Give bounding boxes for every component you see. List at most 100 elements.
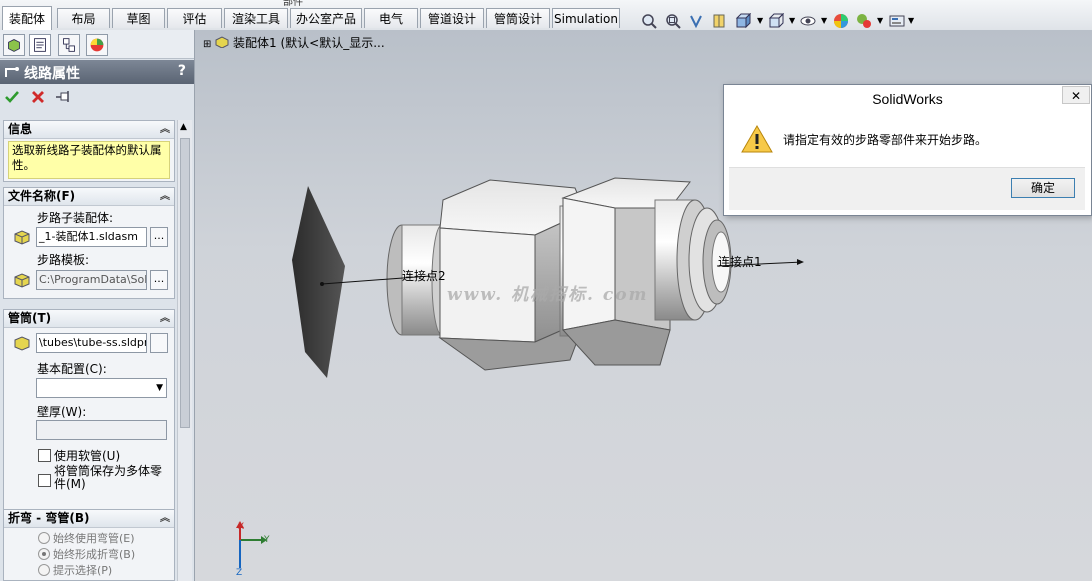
group-header[interactable]: 文件名称(F) ︽ [4, 188, 174, 206]
wall-thickness-field[interactable] [36, 420, 167, 440]
command-manager-tabs: 部件 装配体 布局 草图 评估 渲染工具 办公室产品 电气 管道设计 管筒设计 … [0, 0, 1092, 31]
assembly-name: 装配体1 (默认<默认_显示... [233, 36, 385, 50]
axis-y-label: Y [264, 535, 270, 545]
chevron-down-icon[interactable]: ▼ [821, 16, 827, 25]
hex-plane [292, 186, 345, 378]
panel-scrollbar[interactable]: ▲ [177, 120, 192, 581]
save-multibody-checkbox[interactable] [38, 474, 51, 487]
tab-office-products[interactable]: 办公室产品 [290, 8, 362, 28]
previous-view-icon[interactable] [688, 13, 704, 29]
feature-tree-tab-icon[interactable] [3, 34, 25, 56]
property-manager-tab-icon[interactable] [29, 34, 51, 56]
collapse-chevron-icon[interactable]: ︽ [160, 510, 170, 527]
zoom-to-fit-icon[interactable] [641, 13, 657, 29]
sub-assembly-label: 步路子装配体: [37, 211, 114, 225]
connection-point-1-label[interactable]: 连接点1 [718, 253, 762, 270]
tab-render-tools[interactable]: 渲染工具 [224, 8, 288, 28]
zoom-area-icon[interactable] [665, 13, 681, 29]
radio-always-bend[interactable] [38, 548, 50, 560]
property-manager-header: 线路属性 ? [0, 60, 194, 84]
tab-assembly[interactable]: 装配体 [2, 6, 52, 30]
radio-prompt[interactable] [38, 564, 50, 576]
browse-button[interactable]: ... [150, 270, 168, 290]
sub-assembly-field[interactable]: _1-装配体1.sldasm [36, 227, 147, 247]
tube-group: 管筒(T) ︽ \tubes\tube-ss.sldprt 基本配置(C): ▼… [3, 309, 175, 528]
browse-button[interactable] [150, 333, 168, 353]
tab-piping[interactable]: 管道设计 [420, 8, 484, 28]
route-icon [5, 67, 19, 77]
tab-simulation[interactable]: Simulation [552, 8, 620, 28]
apply-scene-icon[interactable] [856, 13, 872, 29]
dialog-close-button[interactable]: ✕ [1062, 86, 1090, 104]
chevron-down-icon[interactable]: ▼ [757, 16, 763, 25]
chevron-down-icon[interactable]: ▼ [908, 16, 914, 25]
assembly-icon [215, 36, 229, 49]
tab-electrical[interactable]: 电气 [364, 8, 418, 28]
axis-z-label: Z [236, 568, 243, 578]
info-group: 信息 ︽ 选取新线路子装配体的默认属性。 [3, 120, 175, 182]
radio-always-elbow[interactable] [38, 532, 50, 544]
collapse-chevron-icon[interactable]: ︽ [160, 121, 170, 138]
use-flex-checkbox[interactable] [38, 449, 51, 462]
base-config-select[interactable]: ▼ [36, 378, 167, 398]
tab-sketch[interactable]: 草图 [112, 8, 165, 28]
template-field[interactable]: C:\ProgramData\Solid [36, 270, 147, 290]
display-manager-tab-icon[interactable] [86, 34, 108, 56]
view-settings-icon[interactable] [889, 13, 905, 29]
axis-x-label: X [238, 522, 245, 532]
page-title: 线路属性 [24, 66, 80, 82]
assembly-icon [14, 273, 30, 288]
radio-label: 始终使用弯管(E) [53, 532, 135, 545]
chevron-down-icon[interactable]: ▼ [877, 16, 883, 25]
display-style-icon[interactable] [768, 13, 784, 29]
use-flex-label: 使用软管(U) [54, 449, 121, 463]
group-title: 折弯 - 弯管(B) [8, 511, 90, 525]
expand-icon[interactable]: ⊞ [203, 39, 211, 50]
filename-group: 文件名称(F) ︽ 步路子装配体: _1-装配体1.sldasm ... 步路模… [3, 187, 175, 299]
chevron-down-icon[interactable]: ▼ [789, 16, 795, 25]
message-dialog: SolidWorks ✕ 请指定有效的步路零部件来开始步路。 确定 [723, 84, 1092, 216]
panel-tabs [0, 30, 194, 59]
collapse-chevron-icon[interactable]: ︽ [160, 310, 170, 327]
configuration-manager-tab-icon[interactable] [58, 34, 80, 56]
edit-appearance-icon[interactable] [833, 13, 849, 29]
help-button[interactable]: ? [178, 63, 186, 79]
section-view-icon[interactable] [711, 13, 727, 29]
tab-layout[interactable]: 布局 [57, 8, 110, 28]
dialog-title: SolidWorks [872, 91, 943, 107]
connection-point-2-label[interactable]: 连接点2 [402, 267, 446, 284]
feature-tree-breadcrumb[interactable]: ⊞ 装配体1 (默认<默认_显示... [203, 34, 385, 51]
watermark-text: www. 机械招标. com [447, 285, 649, 305]
pushpin-icon[interactable] [55, 89, 73, 105]
property-manager-panel: 线路属性 ? 信息 ︽ 选取新线路子装配体的默认属性。 文件名称(F) ︽ 步路… [0, 30, 195, 581]
tube-part-icon [14, 336, 30, 351]
ok-check-icon[interactable] [4, 89, 20, 105]
wall-thickness-label: 壁厚(W): [37, 405, 87, 419]
cancel-x-icon[interactable] [30, 89, 46, 105]
action-bar [0, 84, 194, 112]
view-orientation-icon[interactable] [735, 13, 751, 29]
dialog-message: 请指定有效的步路零部件来开始步路。 [783, 133, 988, 147]
browse-button[interactable]: ... [150, 227, 168, 247]
collapse-chevron-icon[interactable]: ︽ [160, 188, 170, 205]
group-header[interactable]: 折弯 - 弯管(B) ︽ [4, 510, 174, 528]
group-title: 信息 [8, 122, 33, 136]
save-multibody-label: 将管筒保存为多体零件(M) [54, 464, 163, 491]
base-config-label: 基本配置(C): [37, 362, 107, 376]
bend-group: 折弯 - 弯管(B) ︽ 始终使用弯管(E) 始终形成折弯(B) 提示选择(P) [3, 509, 175, 581]
scroll-thumb[interactable] [180, 138, 190, 428]
tab-tubing[interactable]: 管筒设计 [486, 8, 550, 28]
warning-icon [741, 125, 773, 153]
scroll-up-icon[interactable]: ▲ [180, 122, 187, 132]
hide-show-icon[interactable] [800, 13, 816, 29]
group-title: 管筒(T) [8, 311, 52, 325]
tube-part-field[interactable]: \tubes\tube-ss.sldprt [36, 333, 147, 353]
group-header[interactable]: 管筒(T) ︽ [4, 310, 174, 328]
ok-button[interactable]: 确定 [1011, 178, 1075, 198]
group-header[interactable]: 信息 ︽ [4, 121, 174, 139]
tab-evaluate[interactable]: 评估 [167, 8, 222, 28]
group-title: 文件名称(F) [8, 189, 76, 203]
dialog-body: 请指定有效的步路零部件来开始步路。 [729, 115, 1085, 165]
radio-label: 始终形成折弯(B) [53, 548, 136, 561]
chevron-down-icon: ▼ [156, 383, 163, 393]
